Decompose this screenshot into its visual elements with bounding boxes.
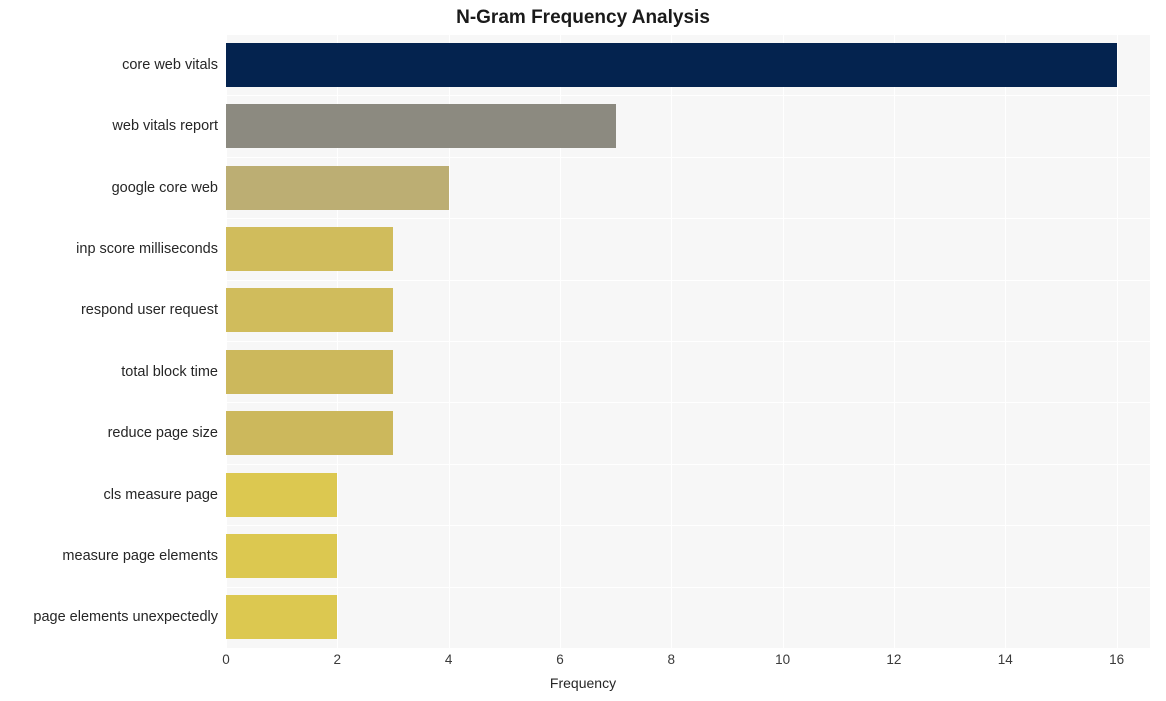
y-tick-label: respond user request [80, 302, 218, 319]
gridline-horizontal [226, 95, 1150, 96]
bar[interactable] [226, 288, 393, 333]
gridline-horizontal [226, 587, 1150, 588]
y-axis: core web vitals web vitals report google c… [0, 34, 218, 648]
gridline-horizontal [226, 464, 1150, 465]
bar[interactable] [226, 349, 393, 394]
gridline-horizontal [226, 280, 1150, 281]
plot-area [226, 34, 1150, 649]
x-tick-label: 12 [886, 652, 902, 667]
gridline-horizontal [226, 34, 1150, 35]
bar[interactable] [226, 42, 1117, 87]
gridline-horizontal [226, 648, 1150, 649]
y-tick-label: google core web [111, 179, 218, 196]
bar[interactable] [226, 104, 616, 149]
y-tick-label: cls measure page [103, 486, 218, 503]
x-tick-label: 4 [444, 652, 453, 667]
x-tick-label: 0 [222, 652, 230, 667]
gridline-horizontal [226, 157, 1150, 158]
gridline-horizontal [226, 218, 1150, 219]
gridline-horizontal [226, 525, 1150, 526]
bar[interactable] [226, 595, 338, 640]
bar[interactable] [226, 411, 393, 456]
gridline-horizontal [226, 341, 1150, 342]
y-tick-label: core web vitals [122, 56, 218, 73]
x-axis-title: Frequency [549, 675, 617, 691]
y-tick-label: total block time [121, 363, 218, 380]
x-tick-label: 10 [775, 652, 791, 667]
x-tick-label: 2 [333, 652, 342, 667]
y-tick-label: inp score milliseconds [76, 240, 218, 257]
bar[interactable] [226, 226, 393, 271]
chart-title: N-Gram Frequency Analysis [456, 7, 710, 28]
bar[interactable] [226, 165, 449, 210]
bar[interactable] [226, 472, 338, 517]
y-tick-label: measure page elements [62, 547, 218, 564]
gridline-horizontal [226, 402, 1150, 403]
chart-container: N-Gram Frequency Analysis core web vital… [0, 0, 1166, 701]
x-axis-ticks: 0 2 4 6 8 10 12 14 16 [0, 652, 1166, 674]
x-tick-label: 16 [1109, 652, 1125, 667]
y-tick-label: web vitals report [112, 118, 218, 135]
bar[interactable] [226, 533, 338, 578]
y-tick-label: reduce page size [107, 425, 218, 442]
x-tick-label: 6 [556, 652, 564, 667]
x-tick-label: 8 [667, 652, 676, 667]
y-tick-label: page elements unexpectedly [33, 609, 218, 626]
x-tick-label: 14 [997, 652, 1013, 667]
